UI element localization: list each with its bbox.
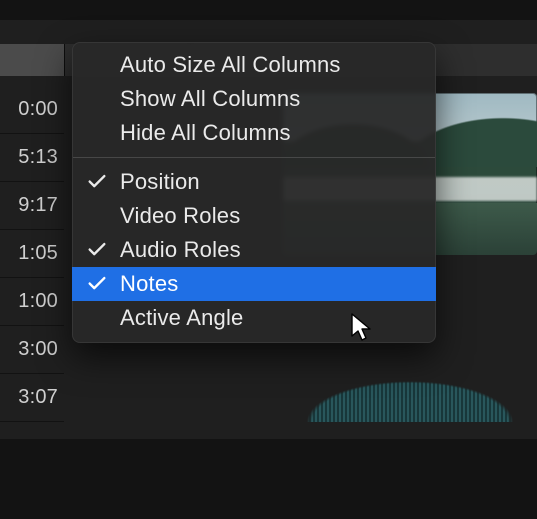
timecode-cell: 9:17 xyxy=(0,182,64,230)
menu-item-label: Notes xyxy=(120,271,178,297)
menu-item-hide-all-columns[interactable]: Hide All Columns xyxy=(72,116,436,150)
timeline-stage: 0:00 5:13 9:17 1:05 1:00 3:00 3:07 Auto … xyxy=(0,0,537,519)
menu-item-label: Position xyxy=(120,169,200,195)
timecode: 1:00 xyxy=(18,290,58,313)
column-context-menu[interactable]: Auto Size All Columns Show All Columns H… xyxy=(72,42,436,343)
column-divider[interactable] xyxy=(64,44,65,76)
menu-item-column-notes[interactable]: Notes xyxy=(72,267,436,301)
timecode-cell: 3:00 xyxy=(0,326,64,374)
timecode: 3:07 xyxy=(18,386,58,409)
menu-item-auto-size-columns[interactable]: Auto Size All Columns xyxy=(72,48,436,82)
menu-item-label: Auto Size All Columns xyxy=(120,52,341,78)
menu-item-show-all-columns[interactable]: Show All Columns xyxy=(72,82,436,116)
timecode: 3:00 xyxy=(18,338,58,361)
timecode: 9:17 xyxy=(18,194,58,217)
bottom-strip xyxy=(0,439,537,519)
timecode: 5:13 xyxy=(18,146,58,169)
top-strip xyxy=(0,0,537,20)
timecode-cell: 0:00 xyxy=(0,86,64,134)
timecode-cell: 3:07 xyxy=(0,374,64,422)
checkmark-icon xyxy=(86,273,108,295)
menu-separator xyxy=(73,157,435,158)
checkmark-icon xyxy=(86,239,108,261)
audio-waveform[interactable] xyxy=(283,358,537,422)
timecode: 0:00 xyxy=(18,98,58,121)
timecode-cell: 5:13 xyxy=(0,134,64,182)
menu-item-column-audio-roles[interactable]: Audio Roles xyxy=(72,233,436,267)
column-header-active[interactable] xyxy=(0,44,64,76)
menu-item-column-position[interactable]: Position xyxy=(72,165,436,199)
menu-item-label: Hide All Columns xyxy=(120,120,291,146)
checkmark-icon xyxy=(86,171,108,193)
menu-item-column-video-roles[interactable]: Video Roles xyxy=(72,199,436,233)
timecode: 1:05 xyxy=(18,242,58,265)
menu-item-label: Video Roles xyxy=(120,203,240,229)
timecode-column: 0:00 5:13 9:17 1:05 1:00 3:00 3:07 xyxy=(0,86,64,422)
menu-item-label: Active Angle xyxy=(120,305,243,331)
menu-item-label: Show All Columns xyxy=(120,86,301,112)
menu-item-column-active-angle[interactable]: Active Angle xyxy=(72,301,436,335)
timecode-cell: 1:00 xyxy=(0,278,64,326)
timecode-cell: 1:05 xyxy=(0,230,64,278)
menu-item-label: Audio Roles xyxy=(120,237,241,263)
